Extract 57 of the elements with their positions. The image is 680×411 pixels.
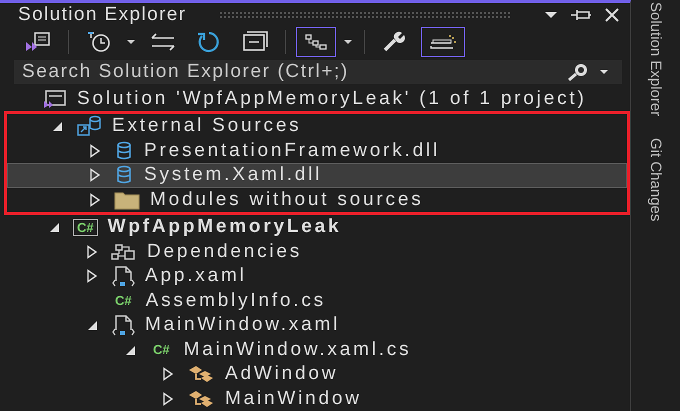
tree-item[interactable]: PresentationFramework.dll	[7, 138, 627, 163]
tree-item[interactable]: MainWindow	[4, 386, 626, 411]
tree-item[interactable]: App.xaml	[4, 264, 626, 288]
side-tab[interactable]: Solution Explorer	[647, 2, 664, 116]
collapsed-arrow-icon[interactable]	[89, 144, 101, 158]
tree-item[interactable]: AdWindow	[4, 362, 626, 386]
folder-icon	[114, 190, 140, 210]
pin-icon[interactable]	[570, 8, 592, 22]
database-icon	[114, 140, 134, 161]
csharp-icon: C#	[73, 218, 98, 236]
item-label: Modules without sources	[150, 188, 424, 211]
collapsed-arrow-icon[interactable]	[89, 168, 101, 182]
tree-item[interactable]: System.Xaml.dll	[7, 163, 627, 188]
item-label: App.xaml	[145, 265, 247, 288]
close-icon[interactable]	[604, 7, 620, 24]
item-label: External Sources	[112, 115, 302, 138]
collapsed-arrow-icon[interactable]	[86, 244, 98, 259]
tree-view-icon[interactable]	[296, 27, 336, 58]
expanded-arrow-icon[interactable]	[124, 344, 136, 356]
tree-item[interactable]: C# MainWindow.xaml.cs	[4, 338, 626, 362]
expanded-arrow-icon[interactable]	[51, 120, 63, 132]
csharp-icon: C#	[149, 341, 174, 358]
tree-item[interactable]: Modules without sources	[7, 188, 627, 212]
item-label: PresentationFramework.dll	[144, 140, 440, 162]
solution-icon	[43, 88, 67, 109]
item-label: MainWindow.xaml	[145, 314, 340, 336]
preview-icon[interactable]	[421, 27, 465, 58]
search-icon[interactable]	[566, 62, 590, 82]
collapsed-arrow-icon[interactable]	[86, 269, 98, 284]
collapsed-arrow-icon[interactable]	[162, 367, 174, 382]
expanded-arrow-icon[interactable]	[86, 319, 98, 332]
expanded-arrow-icon[interactable]	[48, 221, 60, 234]
item-label: AdWindow	[225, 363, 338, 386]
item-label: Solution 'WpfAppMemoryLeak' (1 of 1 project)	[77, 88, 587, 110]
dropdown-icon[interactable]	[544, 10, 558, 20]
tree-item[interactable]: External Sources	[7, 114, 627, 138]
database-icon	[114, 165, 134, 186]
tree-item[interactable]: C# AssemblyInfo.cs	[4, 288, 626, 313]
panel-title: Solution Explorer	[18, 4, 186, 26]
collapsed-arrow-icon[interactable]	[162, 392, 174, 406]
tree-item[interactable]: MainWindow.xaml	[4, 313, 626, 338]
item-label: MainWindow.xaml.cs	[184, 338, 412, 361]
side-tab[interactable]: Git Changes	[647, 138, 664, 222]
tree-item[interactable]: Solution 'WpfAppMemoryLeak' (1 of 1 project)	[4, 86, 626, 111]
tree-item[interactable]: Dependencies	[4, 240, 626, 264]
dependencies-icon	[111, 242, 137, 262]
xaml-file-icon	[111, 314, 135, 336]
tree-item[interactable]: C# WpfAppMemoryLeak	[4, 215, 626, 240]
collapsed-arrow-icon[interactable]	[89, 192, 101, 207]
item-label: AssemblyInfo.cs	[146, 290, 326, 312]
item-label: Dependencies	[147, 240, 302, 263]
item-label: WpfAppMemoryLeak	[108, 216, 342, 238]
linked-database-icon	[76, 115, 102, 138]
xaml-file-icon	[111, 265, 135, 288]
csharp-icon: C#	[111, 292, 136, 310]
item-label: System.Xaml.dll	[144, 164, 322, 186]
item-label: MainWindow	[225, 388, 362, 410]
